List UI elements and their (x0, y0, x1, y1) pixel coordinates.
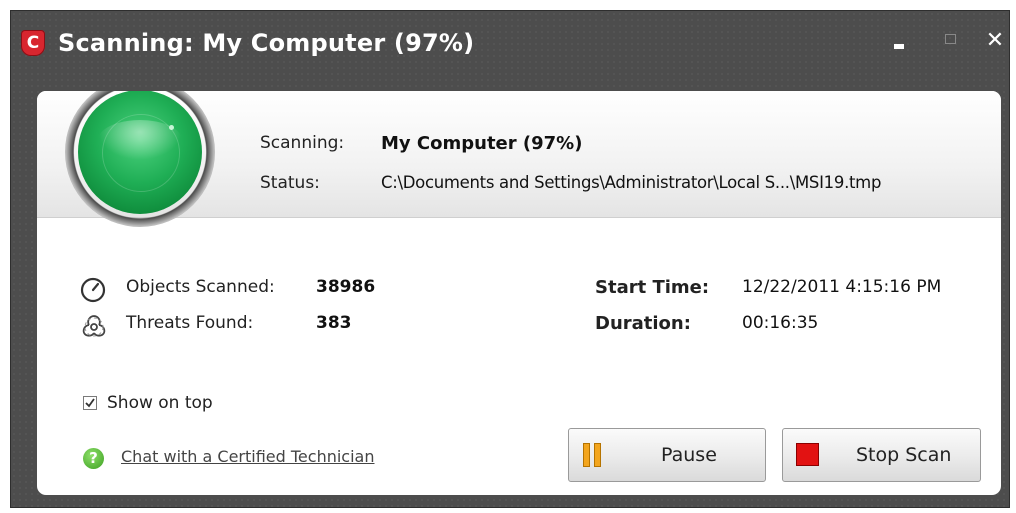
start-time-value: 12/22/2011 4:15:16 PM (742, 277, 942, 297)
pause-button-label: Pause (661, 444, 717, 466)
comodo-logo-icon: C (21, 30, 45, 56)
show-on-top-label[interactable]: Show on top (107, 393, 213, 413)
status-value: C:\Documents and Settings\Administrator\… (381, 173, 882, 192)
close-icon: ✕ (985, 28, 1005, 53)
stop-icon (796, 443, 819, 466)
radar-icon (65, 91, 215, 227)
duration-value: 00:16:35 (742, 313, 819, 333)
help-icon: ? (83, 448, 104, 469)
stop-scan-button[interactable]: Stop Scan (782, 428, 981, 482)
threats-found-value: 383 (316, 313, 352, 333)
scanning-label: Scanning: (260, 133, 345, 153)
threats-found-label: Threats Found: (126, 313, 254, 333)
minimize-icon (894, 44, 904, 49)
close-button[interactable]: ✕ (981, 27, 1009, 55)
scan-header: Scanning: My Computer (97%) Status: C:\D… (37, 91, 1001, 227)
status-label: Status: (260, 173, 320, 193)
clock-icon (80, 277, 106, 303)
objects-scanned-label: Objects Scanned: (126, 277, 275, 297)
start-time-label: Start Time: (595, 277, 710, 298)
window-title: Scanning: My Computer (97%) (58, 29, 475, 57)
scan-window: C Scanning: My Computer (97%) ✕ Scanning… (10, 10, 1010, 508)
show-on-top-checkbox[interactable] (83, 396, 97, 410)
minimize-button[interactable] (885, 27, 913, 55)
title-bar[interactable]: C Scanning: My Computer (97%) ✕ (11, 11, 1009, 77)
duration-label: Duration: (595, 313, 691, 334)
scan-panel: Scanning: My Computer (97%) Status: C:\D… (37, 91, 1001, 495)
chat-technician-link[interactable]: Chat with a Certified Technician (121, 447, 374, 466)
radar-screen (78, 91, 202, 214)
stop-scan-button-label: Stop Scan (856, 444, 952, 466)
pause-icon (583, 443, 603, 467)
maximize-button[interactable] (937, 27, 965, 55)
maximize-icon (945, 34, 956, 44)
biohazard-icon (82, 315, 106, 337)
objects-scanned-value: 38986 (316, 277, 376, 297)
radar-blip (169, 125, 174, 130)
scanning-value: My Computer (97%) (381, 133, 583, 154)
pause-button[interactable]: Pause (568, 428, 766, 482)
checkmark-icon (85, 398, 95, 408)
